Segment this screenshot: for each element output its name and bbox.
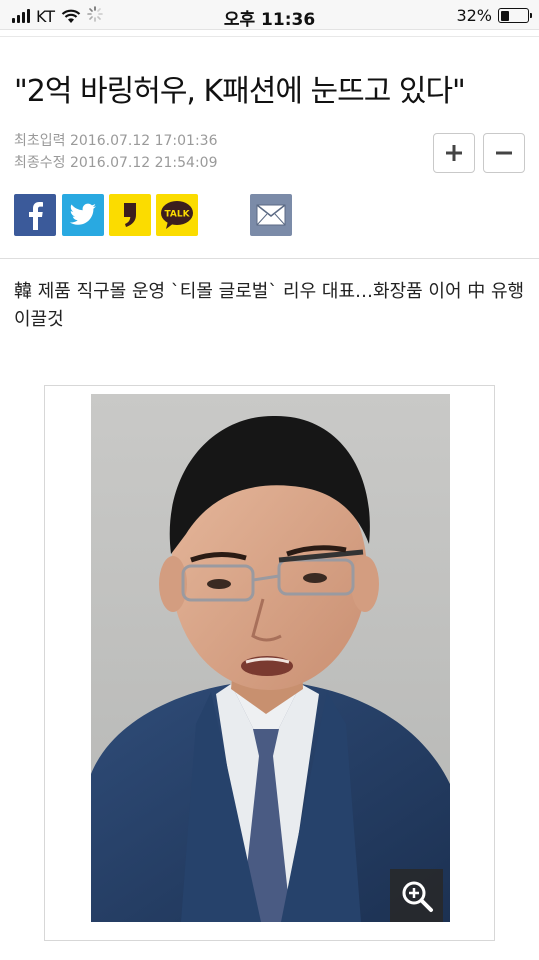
battery-icon (498, 8, 532, 23)
zoom-button[interactable] (390, 869, 443, 922)
status-right: 32% (456, 6, 532, 25)
twitter-icon (69, 203, 96, 225)
kakaotalk-icon: TALK (161, 201, 193, 229)
zoom-in-icon (402, 881, 433, 912)
plus-icon (446, 145, 462, 161)
article-photo[interactable] (91, 394, 450, 922)
mail-icon (256, 204, 286, 226)
article-headline: "2억 바링허우, K패션에 눈뜨고 있다" (14, 74, 466, 109)
share-email-button[interactable] (250, 194, 292, 236)
share-twitter-button[interactable] (62, 194, 104, 236)
share-facebook-button[interactable] (14, 194, 56, 236)
first-input-time: 2016.07.12 17:01:36 (69, 133, 218, 149)
first-input-label: 최초입력 (14, 133, 66, 149)
kakaotalk-label: TALK (164, 210, 190, 220)
facebook-icon (29, 202, 43, 230)
kakaostory-icon (124, 203, 136, 227)
article-subtitle: 韓 제품 직구몰 운영 `티몰 글로벌` 리우 대표…화장품 이어 中 유행 이… (14, 281, 525, 330)
share-kakaotalk-button[interactable]: TALK (156, 194, 198, 236)
status-bar: KT 오후 11:36 32% (0, 0, 539, 30)
share-kakaostory-button[interactable] (109, 194, 151, 236)
font-decrease-button[interactable] (483, 133, 525, 173)
first-input-row: 최초입력 2016.07.12 17:01:36 (14, 130, 217, 152)
last-edit-label: 최종수정 (14, 155, 66, 171)
header-divider (0, 36, 539, 37)
article-photo-frame (44, 385, 495, 941)
portrait-image (91, 394, 450, 922)
battery-percent: 32% (456, 6, 492, 25)
article-meta: 최초입력 2016.07.12 17:01:36 최종수정 2016.07.12… (14, 130, 217, 174)
minus-icon (496, 151, 512, 155)
last-edit-row: 최종수정 2016.07.12 21:54:09 (14, 152, 217, 174)
battery-level (500, 10, 509, 21)
font-increase-button[interactable] (433, 133, 475, 173)
content-divider (0, 258, 539, 259)
last-edit-time: 2016.07.12 21:54:09 (69, 155, 218, 171)
